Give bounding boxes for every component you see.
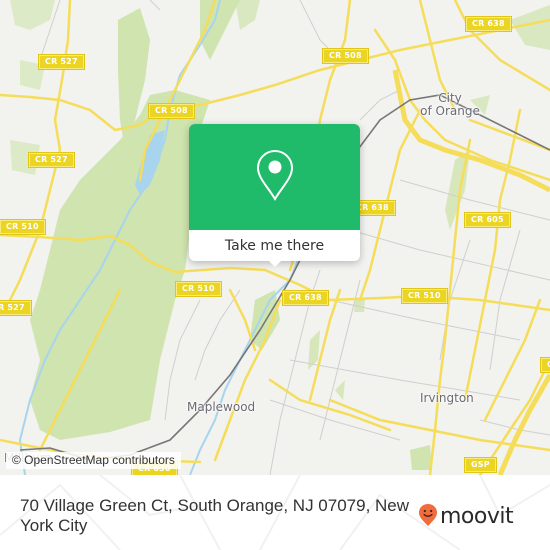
- footer: 70 Village Green Ct, South Orange, NJ 07…: [0, 475, 550, 550]
- place-label-line: of Orange: [420, 104, 480, 118]
- location-popup[interactable]: Take me there: [189, 124, 360, 267]
- popup-header[interactable]: [189, 124, 360, 230]
- moovit-logo[interactable]: moovit: [418, 503, 514, 531]
- route-shield: CR 510: [402, 289, 447, 303]
- place-label-irvington: Irvington: [420, 391, 474, 405]
- route-shield: CR: [541, 358, 550, 372]
- route-shield: CR 527: [0, 301, 31, 315]
- route-shield: GSP: [465, 458, 496, 472]
- route-shield: CR 638: [466, 17, 511, 31]
- moovit-smiley-pin-icon: [418, 503, 438, 531]
- map-pin-icon: [256, 149, 294, 205]
- route-shield: CR 510: [0, 220, 45, 234]
- route-shield: CR 508: [323, 49, 368, 63]
- route-shield: CR 527: [29, 153, 74, 167]
- popup-tail: [267, 259, 283, 267]
- route-shield: CR 605: [465, 213, 510, 227]
- place-label-city-of-orange: City of Orange: [420, 92, 480, 118]
- route-shield: CR 510: [176, 282, 221, 296]
- take-me-there-button[interactable]: Take me there: [189, 230, 360, 261]
- map-attribution[interactable]: © OpenStreetMap contributors: [6, 452, 181, 469]
- moovit-wordmark: moovit: [440, 504, 514, 529]
- route-shield: CR 508: [149, 104, 194, 118]
- address-text: 70 Village Green Ct, South Orange, NJ 07…: [20, 496, 410, 535]
- map[interactable]: CR 527 CR 527 CR 508 CR 508 CR 638 CR 51…: [0, 0, 550, 475]
- highway-gsp: [497, 373, 550, 475]
- route-shield: CR 527: [39, 55, 84, 69]
- place-label-maplewood: Maplewood: [187, 400, 256, 414]
- route-shield: CR 638: [283, 291, 328, 305]
